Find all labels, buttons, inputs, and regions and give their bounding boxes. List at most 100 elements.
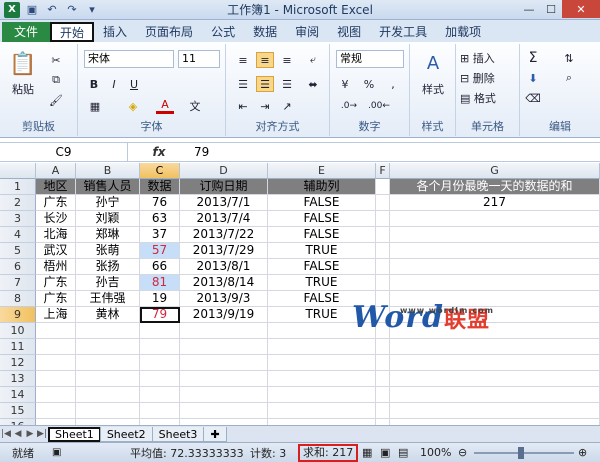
cell[interactable] <box>268 339 376 355</box>
cell[interactable] <box>140 355 180 371</box>
tab-insert[interactable]: 插入 <box>94 22 136 42</box>
cell[interactable]: 上海 <box>36 307 76 323</box>
cut-icon[interactable]: ✂ <box>48 52 64 68</box>
table-header-cell[interactable]: 地区 <box>36 179 76 195</box>
align-right-icon[interactable]: ☰ <box>278 76 296 92</box>
tab-developer[interactable]: 开发工具 <box>370 22 436 42</box>
align-bottom-icon[interactable]: ≡ <box>278 52 296 68</box>
cell[interactable]: 武汉 <box>36 243 76 259</box>
percent-icon[interactable]: % <box>360 76 378 92</box>
sheet-tab-2[interactable]: Sheet2 <box>99 426 153 442</box>
cell[interactable] <box>180 355 268 371</box>
table-header-cell[interactable]: 订购日期 <box>180 179 268 195</box>
cell[interactable] <box>180 339 268 355</box>
redo-icon[interactable]: ↷ <box>64 2 80 18</box>
row-header[interactable]: 1 <box>0 179 36 195</box>
row-header[interactable]: 2 <box>0 195 36 211</box>
cell[interactable] <box>180 387 268 403</box>
cell[interactable]: FALSE <box>268 195 376 211</box>
cell[interactable] <box>36 371 76 387</box>
decrease-decimal-icon[interactable]: .00← <box>366 98 392 114</box>
name-box[interactable]: C9 <box>0 143 128 161</box>
row-header[interactable]: 5 <box>0 243 36 259</box>
select-all-corner[interactable] <box>0 163 36 179</box>
increase-decimal-icon[interactable]: .0→ <box>336 98 362 114</box>
cell[interactable]: 广东 <box>36 275 76 291</box>
sort-filter-icon[interactable]: ⇅ <box>560 50 578 66</box>
font-color-icon[interactable]: A <box>156 98 174 114</box>
cell[interactable]: 37 <box>140 227 180 243</box>
cell[interactable]: 2013/9/3 <box>180 291 268 307</box>
cell[interactable]: 63 <box>140 211 180 227</box>
customize-qat-icon[interactable]: ▾ <box>84 2 100 18</box>
cell[interactable] <box>376 195 390 211</box>
last-sheet-icon[interactable]: ▶| <box>36 429 48 439</box>
column-header[interactable]: G <box>390 163 600 179</box>
cell[interactable]: 2013/7/1 <box>180 195 268 211</box>
column-header[interactable]: C <box>140 163 180 179</box>
row-header[interactable]: 12 <box>0 355 36 371</box>
table-header-cell[interactable]: 辅助列 <box>268 179 376 195</box>
cell[interactable] <box>268 371 376 387</box>
cell[interactable]: TRUE <box>268 243 376 259</box>
zoom-out-icon[interactable]: ⊖ <box>458 446 467 459</box>
column-header[interactable]: D <box>180 163 268 179</box>
tab-page-layout[interactable]: 页面布局 <box>136 22 202 42</box>
tab-data[interactable]: 数据 <box>244 22 286 42</box>
cell[interactable]: 57 <box>140 243 180 259</box>
align-top-icon[interactable]: ≡ <box>234 52 252 68</box>
maximize-icon[interactable]: ☐ <box>540 0 562 18</box>
tab-addins[interactable]: 加载项 <box>436 22 490 42</box>
excel-logo-icon[interactable]: X <box>4 1 20 18</box>
fill-icon[interactable]: ⬇ <box>524 70 542 86</box>
tab-file[interactable]: 文件 <box>2 22 51 42</box>
cell[interactable]: 66 <box>140 259 180 275</box>
cell[interactable] <box>180 403 268 419</box>
first-sheet-icon[interactable]: |◀ <box>0 429 12 439</box>
font-name-select[interactable]: 宋体 <box>84 50 174 68</box>
cell[interactable] <box>140 403 180 419</box>
macro-record-icon[interactable]: ▣ <box>52 447 61 458</box>
tab-review[interactable]: 审阅 <box>286 22 328 42</box>
merge-center-icon[interactable]: ⬌ <box>304 76 322 92</box>
cell[interactable]: 张扬 <box>76 259 140 275</box>
currency-icon[interactable]: ¥ <box>336 76 354 92</box>
tab-home[interactable]: 开始 <box>50 22 95 42</box>
zoom-slider[interactable] <box>474 452 574 454</box>
cell[interactable] <box>180 371 268 387</box>
increase-indent-icon[interactable]: ⇥ <box>256 98 274 114</box>
tab-view[interactable]: 视图 <box>328 22 370 42</box>
cell[interactable] <box>390 211 600 227</box>
insert-cells-button[interactable]: ⊞ 插入 <box>460 50 516 66</box>
cell[interactable]: 郑琳 <box>76 227 140 243</box>
cell[interactable]: 广东 <box>36 291 76 307</box>
active-cell[interactable]: 79 <box>140 307 180 323</box>
styles-button[interactable]: 样式 <box>414 82 452 96</box>
number-format-select[interactable]: 常规 <box>336 50 404 68</box>
format-painter-icon[interactable]: 🖌 <box>48 92 64 108</box>
page-layout-view-icon[interactable]: ▣ <box>380 446 390 459</box>
cell[interactable] <box>76 323 140 339</box>
row-header[interactable]: 8 <box>0 291 36 307</box>
paste-icon[interactable]: 📋 <box>9 50 36 78</box>
minimize-icon[interactable]: — <box>518 0 540 18</box>
cell[interactable]: 北海 <box>36 227 76 243</box>
format-cells-button[interactable]: ▤ 格式 <box>460 90 516 106</box>
cell[interactable]: 2013/8/14 <box>180 275 268 291</box>
tab-formulas[interactable]: 公式 <box>202 22 244 42</box>
column-header[interactable]: B <box>76 163 140 179</box>
cell[interactable] <box>76 387 140 403</box>
row-header[interactable]: 7 <box>0 275 36 291</box>
cell[interactable] <box>140 323 180 339</box>
orientation-icon[interactable]: ↗ <box>278 98 296 114</box>
cell[interactable]: 刘颖 <box>76 211 140 227</box>
cell[interactable]: 19 <box>140 291 180 307</box>
cell[interactable] <box>390 371 600 387</box>
cell[interactable] <box>390 227 600 243</box>
worksheet-grid[interactable]: A B C D E F G 1 地区 销售人员 数据 订购日期 辅助列 各个月份最晚一天的数据的和 2 广东孙… <box>0 163 600 425</box>
cell[interactable]: 2013/7/29 <box>180 243 268 259</box>
cell[interactable] <box>36 387 76 403</box>
formula-input[interactable]: 79 <box>190 145 209 159</box>
cell[interactable]: 2013/9/19 <box>180 307 268 323</box>
cell[interactable] <box>376 211 390 227</box>
